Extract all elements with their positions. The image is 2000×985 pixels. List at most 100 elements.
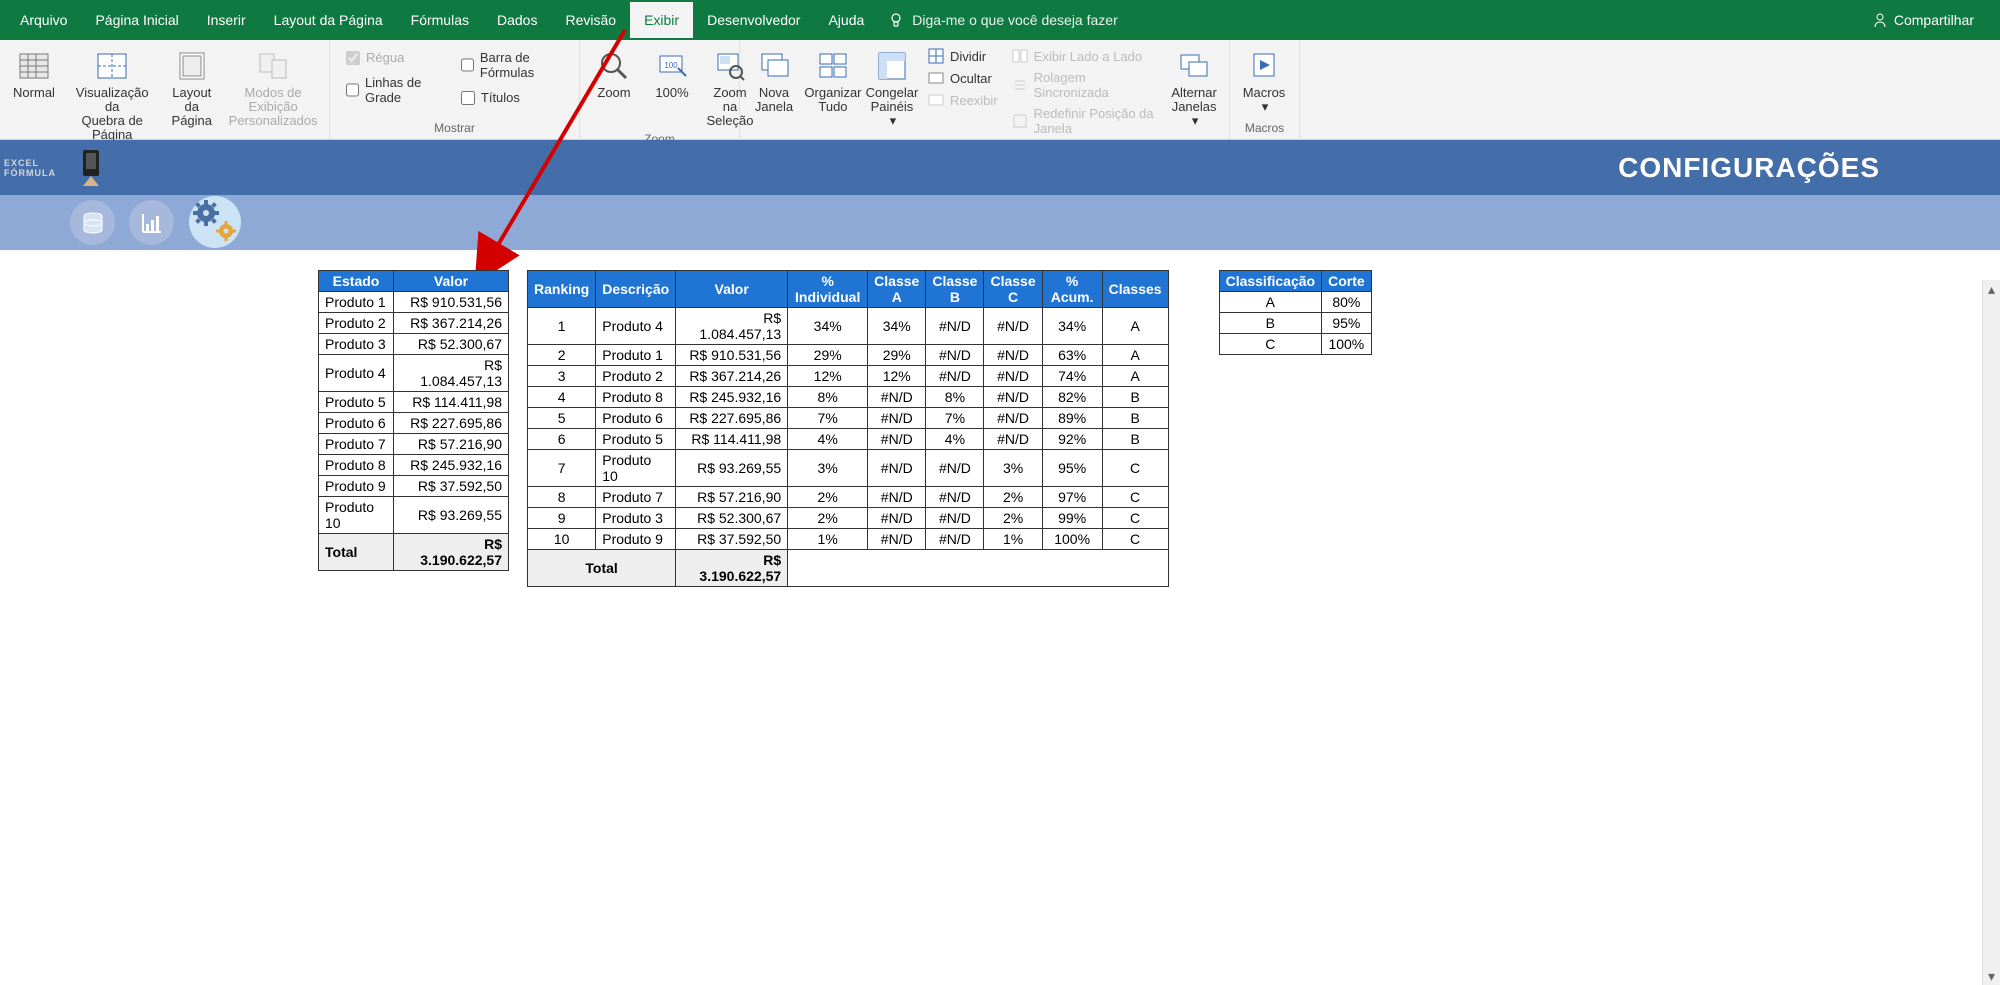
table-ranking[interactable]: Ranking Descrição Valor % Individual Cla…	[527, 270, 1169, 587]
ribbon-tabs: Arquivo Página Inicial Inserir Layout da…	[0, 0, 2000, 40]
chart-icon	[139, 210, 165, 236]
split-icon	[928, 48, 944, 64]
table-row[interactable]: Produto 8R$ 245.932,16	[319, 455, 509, 476]
macros-icon	[1246, 48, 1282, 84]
table-row[interactable]: A80%	[1219, 292, 1371, 313]
new-window-icon	[756, 48, 792, 84]
view-page-layout-button[interactable]: Layout da Página	[162, 44, 221, 130]
zoom-100-button[interactable]: 100 100%	[644, 44, 700, 102]
split-button[interactable]: Dividir	[922, 46, 1004, 66]
lightbulb-icon	[888, 12, 904, 28]
table-row[interactable]: Produto 7R$ 57.216,90	[319, 434, 509, 455]
scroll-down-button[interactable]: ▾	[1983, 967, 2000, 985]
tab-revisao[interactable]: Revisão	[551, 2, 630, 38]
table-row[interactable]: B95%	[1219, 313, 1371, 334]
table-row[interactable]: Produto 10R$ 93.269,55	[319, 497, 509, 534]
sync-scroll-icon	[1012, 77, 1028, 93]
zoom-button[interactable]: Zoom	[586, 44, 642, 102]
unhide-icon	[928, 92, 944, 108]
reset-pos-button[interactable]: Redefinir Posição da Janela	[1006, 104, 1164, 138]
banner-title: EXCEL FÓRMULA CONFIGURAÇÕES	[0, 140, 2000, 195]
freeze-panes-button[interactable]: Congelar Painéis ▾	[864, 44, 920, 130]
table-row[interactable]: Produto 2R$ 367.214,26	[319, 313, 509, 334]
banner-toolbar	[0, 195, 2000, 250]
table-row[interactable]: 8Produto 7R$ 57.216,902%#N/D#N/D2%97%C	[528, 487, 1169, 508]
table-classificacao[interactable]: Classificação Corte A80%B95%C100%	[1219, 270, 1372, 355]
chk-formula-bar[interactable]: Barra de Fórmulas	[461, 50, 563, 80]
table-row[interactable]: Produto 9R$ 37.592,50	[319, 476, 509, 497]
share-icon	[1872, 12, 1888, 28]
nav-database-button[interactable]	[70, 200, 115, 245]
caret-down-icon: ▾	[1262, 99, 1269, 114]
database-icon	[80, 210, 106, 236]
gears-icon	[188, 195, 243, 250]
chk-regua[interactable]: Régua	[346, 50, 439, 65]
view-custom-button[interactable]: Modos de Exibição Personalizados	[223, 44, 323, 130]
svg-text:100: 100	[664, 61, 678, 70]
nav-settings-button[interactable]	[188, 195, 243, 250]
custom-views-icon	[255, 48, 291, 84]
switch-windows-button[interactable]: Alternar Janelas ▾	[1165, 44, 1223, 130]
sync-scroll-button[interactable]: Rolagem Sincronizada	[1006, 68, 1164, 102]
table-estado-valor[interactable]: Estado Valor Produto 1R$ 910.531,56Produ…	[318, 270, 509, 571]
app-logo: EXCEL FÓRMULA	[0, 140, 100, 195]
tables-container: Estado Valor Produto 1R$ 910.531,56Produ…	[0, 250, 2000, 587]
share-label: Compartilhar	[1894, 12, 1974, 28]
new-window-button[interactable]: Nova Janela	[746, 44, 802, 116]
hide-icon	[928, 70, 944, 86]
table-row[interactable]: Produto 1R$ 910.531,56	[319, 292, 509, 313]
view-normal-button[interactable]: Normal	[6, 44, 62, 102]
zoom-100-icon: 100	[654, 48, 690, 84]
table-row[interactable]: 9Produto 3R$ 52.300,672%#N/D#N/D2%99%C	[528, 508, 1169, 529]
table-row[interactable]: 10Produto 9R$ 37.592,501%#N/D#N/D1%100%C	[528, 529, 1169, 550]
vertical-scrollbar[interactable]: ▴ ▾	[1982, 280, 2000, 985]
table-row[interactable]: C100%	[1219, 334, 1371, 355]
scroll-up-button[interactable]: ▴	[1983, 280, 2000, 298]
tab-desenvolvedor[interactable]: Desenvolvedor	[693, 2, 814, 38]
normal-view-icon	[16, 48, 52, 84]
tab-inserir[interactable]: Inserir	[193, 2, 260, 38]
tell-me[interactable]	[888, 12, 1172, 28]
group-label-mostrar: Mostrar	[336, 119, 573, 139]
page-break-icon	[94, 48, 130, 84]
tell-me-input[interactable]	[912, 12, 1172, 28]
arrange-icon	[815, 48, 851, 84]
tab-formulas[interactable]: Fórmulas	[397, 2, 483, 38]
th-valor: Valor	[394, 271, 509, 292]
group-label-macros: Macros	[1236, 119, 1293, 139]
unhide-button[interactable]: Reexibir	[922, 90, 1004, 110]
tab-exibir[interactable]: Exibir	[630, 2, 693, 38]
nav-chart-button[interactable]	[129, 200, 174, 245]
caret-down-icon: ▾	[1192, 113, 1199, 128]
macros-button[interactable]: Macros▾	[1236, 44, 1292, 116]
share-button[interactable]: Compartilhar	[1872, 12, 1974, 28]
table-row[interactable]: Produto 6R$ 227.695,86	[319, 413, 509, 434]
worksheet-area[interactable]: EXCEL FÓRMULA CONFIGURAÇÕES Estado Valor	[0, 140, 2000, 985]
arrange-all-button[interactable]: Organizar Tudo	[804, 44, 862, 116]
table-row[interactable]: 2Produto 1R$ 910.531,5629%29%#N/D#N/D63%…	[528, 345, 1169, 366]
chk-gridlines[interactable]: Linhas de Grade	[346, 75, 439, 105]
tab-layout[interactable]: Layout da Página	[260, 2, 397, 38]
tab-dados[interactable]: Dados	[483, 2, 551, 38]
table-row[interactable]: 4Produto 8R$ 245.932,168%#N/D8%#N/D82%B	[528, 387, 1169, 408]
ribbon: Normal Visualização da Quebra de Página …	[0, 40, 2000, 140]
zoom-icon	[596, 48, 632, 84]
chk-headings[interactable]: Títulos	[461, 90, 563, 105]
table-row[interactable]: Produto 3R$ 52.300,67	[319, 334, 509, 355]
tab-pagina-inicial[interactable]: Página Inicial	[81, 2, 192, 38]
table-row: Total R$ 3.190.622,57	[528, 550, 1169, 587]
view-page-break-button[interactable]: Visualização da Quebra de Página	[64, 44, 160, 144]
table-row[interactable]: Produto 5R$ 114.411,98	[319, 392, 509, 413]
table-row[interactable]: 7Produto 10R$ 93.269,553%#N/D#N/D3%95%C	[528, 450, 1169, 487]
table-row[interactable]: 6Produto 5R$ 114.411,984%#N/D4%#N/D92%B	[528, 429, 1169, 450]
table-row[interactable]: 1Produto 4R$ 1.084.457,1334%34%#N/D#N/D3…	[528, 308, 1169, 345]
tab-ajuda[interactable]: Ajuda	[814, 2, 878, 38]
table-row[interactable]: 5Produto 6R$ 227.695,867%#N/D7%#N/D89%B	[528, 408, 1169, 429]
tab-arquivo[interactable]: Arquivo	[6, 2, 81, 38]
side-by-side-button[interactable]: Exibir Lado a Lado	[1006, 46, 1164, 66]
table-row[interactable]: 3Produto 2R$ 367.214,2612%12%#N/D#N/D74%…	[528, 366, 1169, 387]
hide-button[interactable]: Ocultar	[922, 68, 1004, 88]
freeze-icon	[874, 48, 910, 84]
table-row[interactable]: Produto 4R$ 1.084.457,13	[319, 355, 509, 392]
switch-windows-icon	[1176, 48, 1212, 84]
